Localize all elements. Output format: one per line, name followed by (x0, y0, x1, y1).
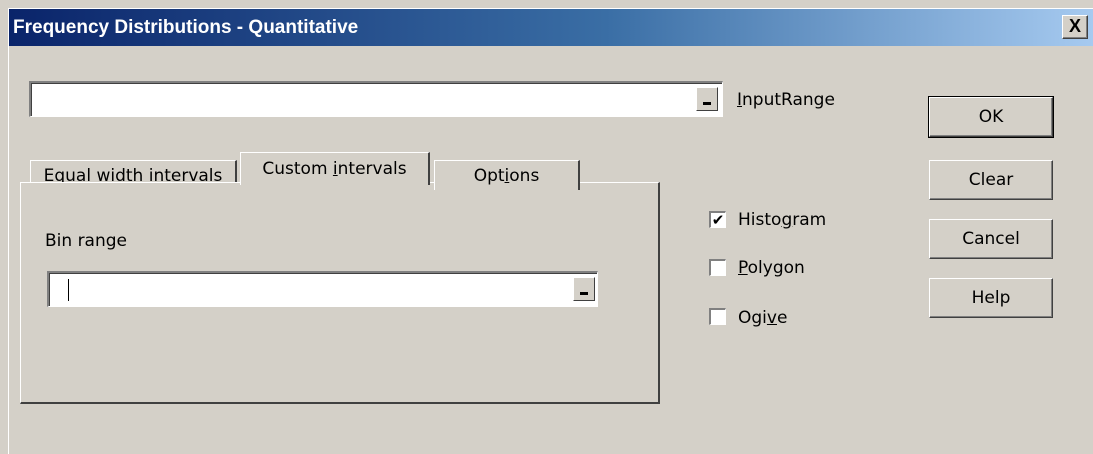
polygon-checkbox[interactable] (709, 259, 726, 276)
bin-range-field[interactable] (47, 271, 598, 307)
cancel-button[interactable]: Cancel (929, 219, 1053, 259)
clear-button[interactable]: Clear (929, 160, 1053, 200)
bin-range-collapse-button[interactable] (573, 277, 595, 301)
help-button[interactable]: Help (929, 278, 1053, 318)
text-cursor (68, 279, 69, 301)
collapse-dialog-icon (580, 292, 588, 295)
ok-button[interactable]: OK (928, 96, 1054, 138)
input-range-collapse-button[interactable] (696, 87, 718, 111)
check-mark-icon: ✔ (711, 211, 725, 229)
window-title: Frequency Distributions - Quantitative (13, 17, 359, 38)
tab-custom-intervals[interactable]: Custom intervals (240, 152, 430, 185)
tab-options[interactable]: Options (434, 160, 580, 190)
ogive-checkbox[interactable] (709, 308, 726, 325)
input-range-label: InputRange (737, 90, 835, 110)
ogive-label: Ogive (738, 308, 788, 328)
title-bar[interactable]: Frequency Distributions - Quantitative X (9, 9, 1093, 46)
close-icon: X (1068, 16, 1081, 36)
close-button[interactable]: X (1062, 15, 1088, 39)
histogram-checkbox[interactable]: ✔ (709, 211, 726, 228)
histogram-label: Histogram (738, 210, 827, 230)
bin-range-label: Bin range (45, 231, 127, 251)
input-range-field[interactable] (29, 81, 723, 117)
polygon-label: Polygon (738, 258, 805, 278)
collapse-dialog-icon (703, 102, 711, 105)
